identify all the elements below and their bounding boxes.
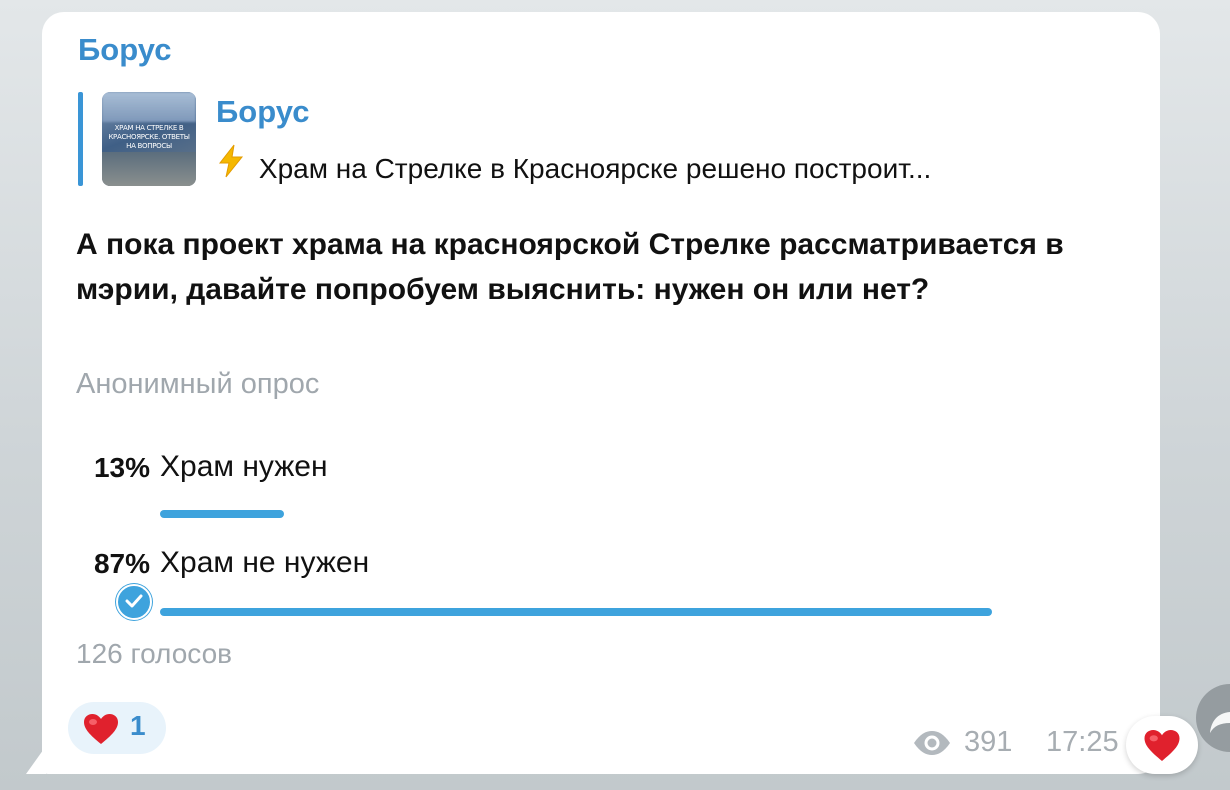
poll-option-label: Храм нужен: [160, 450, 328, 483]
reply-snippet: Храм на Стрелке в Красноярске решено пос…: [258, 153, 932, 184]
eye-icon: [912, 730, 952, 764]
thumbnail-sky: [102, 92, 196, 122]
heart-icon: [82, 712, 120, 751]
reaction-button[interactable]: 1: [68, 702, 166, 754]
poll-total-votes: 126 голосов: [76, 638, 233, 669]
message-bubble[interactable]: Борус ХРАМ НА СТРЕЛКЕ В КРАСНОЯРСКЕ. ОТВ…: [42, 12, 1160, 774]
share-arrow-icon: [1210, 704, 1230, 733]
quick-reaction-button[interactable]: [1126, 716, 1198, 774]
message-time: 17:25: [1046, 726, 1119, 758]
views-count: 391: [964, 726, 1013, 758]
poll-question: А пока проект храма на красноярской Стре…: [76, 228, 1064, 306]
reply-snippet-line: Храм на Стрелке в Красноярске решено пос…: [216, 144, 1116, 185]
poll-type-label: Анонимный опрос: [76, 368, 320, 400]
thumbnail-ground: [102, 152, 196, 186]
poll-option-percent: 13%: [93, 452, 150, 483]
poll-option-bar: [160, 510, 284, 518]
check-icon: [116, 584, 152, 620]
lightning-icon: [216, 144, 255, 185]
reply-thumbnail: ХРАМ НА СТРЕЛКЕ В КРАСНОЯРСКЕ. ОТВЕТЫ НА…: [102, 92, 196, 186]
poll-option-2[interactable]: 87% Храм не нужен: [42, 546, 1160, 620]
poll-option-percent: 87%: [93, 548, 150, 579]
poll-option-label: Храм не нужен: [160, 546, 370, 579]
poll-option-1[interactable]: 13% Храм нужен: [42, 450, 1160, 522]
reply-accent-bar: [78, 92, 83, 186]
poll-option-bar: [160, 608, 992, 616]
thumbnail-caption: ХРАМ НА СТРЕЛКЕ В КРАСНОЯРСКЕ. ОТВЕТЫ НА…: [108, 124, 190, 150]
sender-name[interactable]: Борус: [78, 32, 171, 68]
reply-preview[interactable]: ХРАМ НА СТРЕЛКЕ В КРАСНОЯРСКЕ. ОТВЕТЫ НА…: [78, 92, 1128, 187]
heart-icon: [1142, 728, 1182, 768]
reply-author: Борус: [216, 94, 310, 129]
reaction-count: 1: [130, 710, 146, 741]
